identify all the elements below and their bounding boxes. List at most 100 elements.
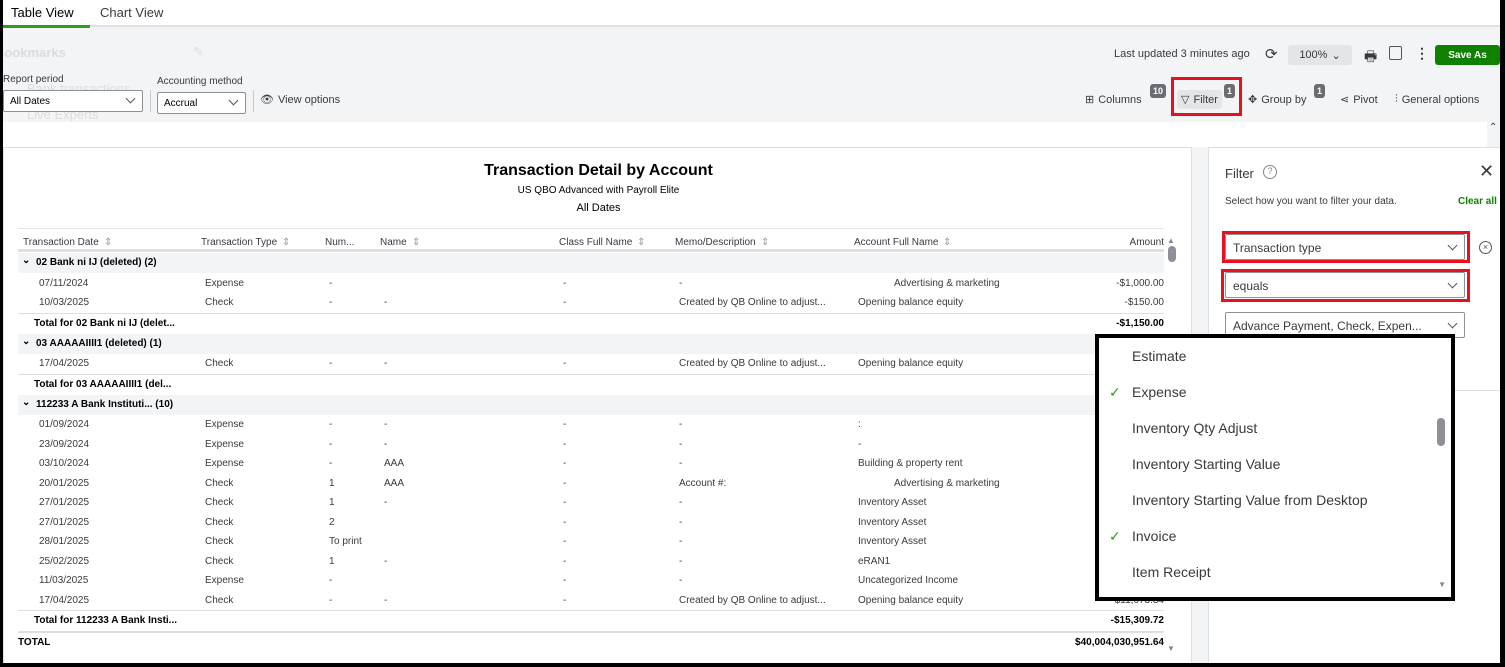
zoom-select[interactable]: 100% ⌄ xyxy=(1288,45,1352,65)
dropdown-option[interactable]: Item Receipt xyxy=(1132,564,1211,580)
table-cell: - xyxy=(563,277,567,289)
table-cell: Expense xyxy=(205,438,244,450)
table-cell: - xyxy=(563,477,567,489)
report-period-select[interactable]: All Dates xyxy=(3,90,143,112)
pivot-button[interactable]: ⋖ Pivot xyxy=(1340,93,1378,107)
scroll-down-icon[interactable]: ▼ xyxy=(1438,580,1446,589)
column-header[interactable]: Name xyxy=(380,237,407,248)
table-cell: - xyxy=(679,575,683,586)
table-cell: - xyxy=(563,536,567,547)
dropdown-option[interactable]: Invoice xyxy=(1132,528,1176,544)
scroll-down-icon[interactable]: ▼ xyxy=(1167,644,1175,653)
dropdown-option[interactable]: Inventory Starting Value from Desktop xyxy=(1132,492,1368,508)
column-header[interactable]: Transaction Date xyxy=(23,237,99,248)
table-cell: - xyxy=(563,575,567,586)
table-cell: Created by QB Online to adjust... xyxy=(679,297,826,308)
view-options-button[interactable]: 👁 View options xyxy=(260,93,340,107)
table-cell: AAA xyxy=(384,458,405,469)
tab-table-view[interactable]: Table View xyxy=(11,5,74,20)
group-by-button[interactable]: ✥ Group by xyxy=(1248,93,1306,107)
sort-icon[interactable]: ⇕ xyxy=(943,237,951,248)
table-cell: Expense xyxy=(205,458,244,469)
accounting-method-label: Accounting method xyxy=(157,76,243,87)
table-cell: Inventory Asset xyxy=(858,497,927,508)
group-row[interactable]: ⌄ 03 AAAAAIIII1 (deleted) (1) xyxy=(18,333,1164,354)
total-row: Total for 03 AAAAAIIII1 (del... xyxy=(18,373,1164,394)
chevron-down-icon[interactable]: ⌄ xyxy=(22,255,30,266)
table-row: 23/09/2024 Expense - - - - - xyxy=(18,435,1164,455)
chevron-down-icon xyxy=(1447,318,1458,329)
column-header[interactable]: Transaction Type xyxy=(201,237,277,248)
table-cell: Uncategorized Income xyxy=(858,575,959,586)
table-cell: - xyxy=(384,497,388,508)
dropdown-option[interactable]: Estimate xyxy=(1132,348,1186,364)
table-cell: - xyxy=(384,438,388,450)
scrollbar-thumb[interactable] xyxy=(1168,246,1176,262)
remove-filter-icon[interactable]: × xyxy=(1479,241,1492,254)
chevron-down-icon xyxy=(1447,240,1458,251)
row-label: Total for 112233 A Bank Insti... xyxy=(34,615,178,626)
help-icon[interactable]: ? xyxy=(1263,165,1277,179)
pivot-icon: ⋖ xyxy=(1340,94,1350,106)
table-cell: Created by QB Online to adjust... xyxy=(679,358,826,369)
column-header[interactable]: Num... xyxy=(325,237,354,248)
chevron-down-icon[interactable]: ⌄ xyxy=(22,336,30,347)
dropdown-scrollbar-thumb[interactable] xyxy=(1437,418,1445,446)
row-label: 03 AAAAAIIII1 (deleted) (1) xyxy=(36,337,162,349)
divider xyxy=(253,90,254,112)
close-icon[interactable]: ✕ xyxy=(1479,161,1494,182)
table-cell: - xyxy=(563,419,567,430)
more-icon[interactable]: ⋮ xyxy=(1415,45,1429,62)
table-cell: Inventory Asset xyxy=(858,516,927,528)
sort-icon[interactable]: ⇕ xyxy=(282,237,290,248)
chevron-down-icon[interactable]: ⌄ xyxy=(22,397,30,408)
filter-button[interactable]: ▽ Filter xyxy=(1177,90,1222,109)
export-icon[interactable] xyxy=(1389,46,1402,60)
pivot-label: Pivot xyxy=(1353,93,1378,106)
sort-icon[interactable]: ⇕ xyxy=(637,237,645,248)
group-row[interactable]: ⌄ 02 Bank ni IJ (deleted) (2) xyxy=(18,253,1164,273)
sort-icon[interactable]: ⇕ xyxy=(412,237,420,248)
dropdown-option[interactable]: Inventory Qty Adjust xyxy=(1132,420,1257,436)
table-cell: Check xyxy=(205,297,234,308)
table-cell: 1 xyxy=(329,555,335,567)
dropdown-option[interactable]: Inventory Starting Value xyxy=(1132,456,1280,472)
general-options-button[interactable]: ⫶ General options xyxy=(1395,93,1479,106)
collapse-arrow-icon[interactable]: ⌃ xyxy=(1489,122,1497,133)
column-header[interactable]: Amount xyxy=(1130,237,1164,248)
columns-button[interactable]: ⊞ Columns xyxy=(1085,93,1142,107)
table-cell: - xyxy=(858,438,862,450)
sort-icon[interactable]: ⇕ xyxy=(761,237,769,248)
table-cell: Check xyxy=(205,516,234,528)
clear-all-link[interactable]: Clear all xyxy=(1458,196,1497,207)
table-cell: Opening balance equity xyxy=(858,358,964,369)
table-row: 27/01/2025 Check 1 - - - Inventory Asset xyxy=(18,493,1164,513)
table-cell: - xyxy=(563,458,567,469)
column-header[interactable]: Class Full Name xyxy=(559,237,632,248)
sort-icon[interactable]: ⇕ xyxy=(104,237,112,248)
group-row[interactable]: ⌄ 112233 A Bank Instituti... (10) xyxy=(18,394,1164,415)
table-cell: - xyxy=(563,497,567,508)
row-label: Total for 03 AAAAAIIII1 (del... xyxy=(34,378,172,390)
column-header[interactable]: Memo/Description xyxy=(675,237,756,248)
table-cell: Opening balance equity xyxy=(858,297,964,308)
filter-value-text: Advance Payment, Check, Expen... xyxy=(1233,319,1422,333)
table-cell: - xyxy=(329,419,333,430)
table-cell: 1 xyxy=(329,497,335,508)
save-as-button[interactable]: Save As xyxy=(1435,45,1500,65)
table-cell: - xyxy=(679,497,683,508)
table-cell: - xyxy=(384,555,388,567)
row-label: Total for 02 Bank ni IJ (delet... xyxy=(34,317,175,329)
column-header[interactable]: Account Full Name xyxy=(854,237,938,248)
tab-chart-view[interactable]: Chart View xyxy=(100,5,163,20)
chevron-down-icon xyxy=(1447,278,1458,289)
filter-operator-select[interactable]: equals xyxy=(1225,272,1465,298)
accounting-method-select[interactable]: Accrual xyxy=(157,92,246,114)
filter-field-select[interactable]: Transaction type xyxy=(1225,234,1465,260)
scroll-up-icon[interactable]: ▲ xyxy=(1167,236,1175,245)
checkmark-icon: ✓ xyxy=(1109,384,1121,400)
table-cell: Check xyxy=(205,358,234,369)
dropdown-option[interactable]: Expense xyxy=(1132,384,1186,400)
refresh-icon[interactable]: ⟳ xyxy=(1265,45,1278,63)
print-icon[interactable]: 🖶 xyxy=(1364,46,1377,70)
